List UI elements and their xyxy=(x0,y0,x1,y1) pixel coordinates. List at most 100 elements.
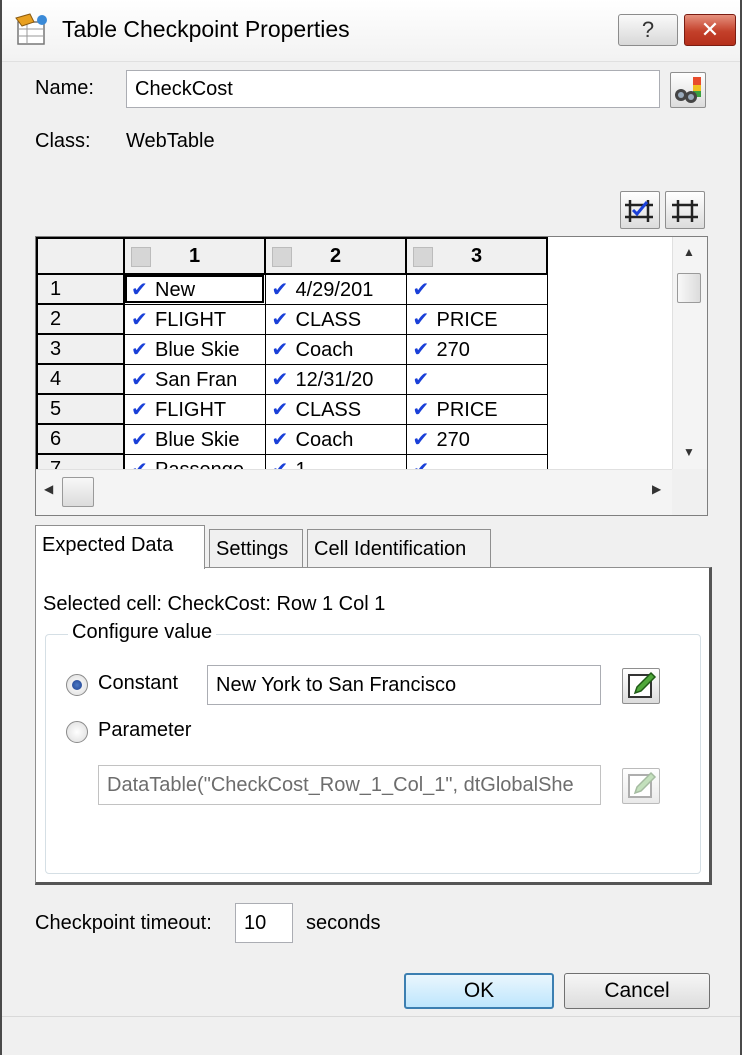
configure-value-group: Configure value Constant New York to San… xyxy=(45,621,701,874)
cell-checked-icon[interactable]: ✔ xyxy=(266,307,296,332)
cell-checked-icon[interactable]: ✔ xyxy=(407,277,437,302)
ok-button[interactable]: OK xyxy=(404,973,554,1009)
table-cell[interactable]: ✔ Coach xyxy=(264,333,407,365)
cell-checked-icon[interactable]: ✔ xyxy=(125,367,155,392)
tab-settings[interactable]: Settings xyxy=(209,529,303,569)
cell-value: 12/31/20 xyxy=(295,368,374,391)
table-cell[interactable]: ✔ San Fran xyxy=(123,363,266,395)
cell-value: CLASS xyxy=(295,398,362,421)
selected-cell-label: Selected cell: CheckCost: Row 1 Col 1 xyxy=(43,593,386,615)
table-cell[interactable]: ✔ FLIGHT xyxy=(123,303,266,335)
table-row: 3 ✔ Blue Skie ✔ Coach ✔ 270 xyxy=(36,333,548,365)
table-cell[interactable]: ✔ Coach xyxy=(264,423,407,455)
horizontal-scroll-thumb[interactable] xyxy=(62,477,94,507)
constant-label[interactable]: Constant xyxy=(98,672,178,695)
table-cell[interactable]: ✔ FLIGHT xyxy=(123,393,266,425)
scroll-right-arrow-icon[interactable]: ▶ xyxy=(652,482,661,496)
clear-all-icon xyxy=(672,200,698,222)
cell-checked-icon[interactable]: ✔ xyxy=(266,397,296,422)
row-header[interactable]: 3 xyxy=(36,333,125,365)
select-all-icon xyxy=(625,200,653,222)
row-header[interactable]: 2 xyxy=(36,303,125,335)
timeout-label: Checkpoint timeout: xyxy=(35,912,212,934)
cell-value: FLIGHT xyxy=(155,398,227,421)
column-header[interactable]: 1 xyxy=(123,237,266,275)
cell-checked-icon[interactable]: ✔ xyxy=(125,307,155,332)
table-cell[interactable]: ✔ PRICE xyxy=(405,303,548,335)
window-title: Table Checkpoint Properties xyxy=(62,16,350,42)
constant-value-input[interactable]: New York to San Francisco xyxy=(207,665,601,705)
edit-parameter-button[interactable] xyxy=(622,768,660,804)
parameter-radio[interactable] xyxy=(66,721,88,743)
expected-data-panel: Selected cell: CheckCost: Row 1 Col 1 Co… xyxy=(35,567,712,885)
parameter-label[interactable]: Parameter xyxy=(98,719,191,742)
tab-expected-data[interactable]: Expected Data xyxy=(35,525,205,569)
table-cell[interactable]: ✔ Blue Skie xyxy=(123,423,266,455)
cell-checked-icon[interactable]: ✔ xyxy=(125,277,155,302)
table-grid[interactable]: 1 2 3 1 ✔ New ✔ 4/29/201 ✔ 2 ✔ FLIGHT ✔ CLASS ✔ PRIC… xyxy=(35,236,708,516)
table-cell[interactable]: ✔ 270 xyxy=(405,423,548,455)
class-label: Class: xyxy=(35,130,91,152)
cell-value: 270 xyxy=(436,428,470,451)
title-bar[interactable]: Table Checkpoint Properties ? ✕ xyxy=(2,0,740,62)
tab-cell-identification[interactable]: Cell Identification xyxy=(307,529,491,569)
timeout-input[interactable]: 10 xyxy=(235,903,293,943)
cell-checked-icon[interactable]: ✔ xyxy=(266,367,296,392)
table-cell[interactable]: ✔ New xyxy=(123,273,266,305)
clear-all-button[interactable] xyxy=(665,191,705,229)
help-button[interactable]: ? xyxy=(618,14,678,46)
row-header[interactable]: 1 xyxy=(36,273,125,305)
cell-value: Blue Skie xyxy=(155,338,240,361)
table-cell[interactable]: ✔ CLASS xyxy=(264,303,407,335)
configure-value-title: Configure value xyxy=(68,621,217,644)
table-cell[interactable]: ✔ Blue Skie xyxy=(123,333,266,365)
vertical-scroll-thumb[interactable] xyxy=(677,273,701,303)
cell-checked-icon[interactable]: ✔ xyxy=(407,397,437,422)
parameter-value-input[interactable]: DataTable("CheckCost_Row_1_Col_1", dtGlo… xyxy=(98,765,601,805)
close-button[interactable]: ✕ xyxy=(684,14,736,46)
cell-checked-icon[interactable]: ✔ xyxy=(125,337,155,362)
cancel-button[interactable]: Cancel xyxy=(564,973,710,1009)
cell-checked-icon[interactable]: ✔ xyxy=(266,427,296,452)
cell-checked-icon[interactable]: ✔ xyxy=(407,307,437,332)
object-repository-button[interactable] xyxy=(670,72,706,108)
table-cell[interactable]: ✔ 12/31/20 xyxy=(264,363,407,395)
column-header[interactable]: 3 xyxy=(405,237,548,275)
constant-radio[interactable] xyxy=(66,674,88,696)
scroll-left-arrow-icon[interactable]: ◀ xyxy=(44,482,53,496)
row-header[interactable]: 6 xyxy=(36,423,125,455)
scroll-down-arrow-icon[interactable]: ▼ xyxy=(683,445,695,459)
table-cell[interactable]: ✔ xyxy=(405,273,548,305)
cell-checked-icon[interactable]: ✔ xyxy=(407,367,437,392)
table-cell[interactable]: ✔ 4/29/201 xyxy=(264,273,407,305)
status-bar xyxy=(2,1016,740,1055)
column-header[interactable]: 2 xyxy=(264,237,407,275)
table-cell[interactable]: ✔ xyxy=(405,363,548,395)
cell-value: 4/29/201 xyxy=(295,278,374,301)
cell-checked-icon[interactable]: ✔ xyxy=(125,397,155,422)
horizontal-scrollbar[interactable]: ◀ ▶ xyxy=(36,469,707,515)
row-header[interactable]: 5 xyxy=(36,393,125,425)
select-all-button[interactable] xyxy=(620,191,660,229)
cell-value: Coach xyxy=(295,428,354,451)
table-cell[interactable]: ✔ CLASS xyxy=(264,393,407,425)
edit-constant-button[interactable] xyxy=(622,668,660,704)
binoculars-icon xyxy=(675,77,701,103)
cell-checked-icon[interactable]: ✔ xyxy=(125,427,155,452)
corner-header xyxy=(36,237,125,275)
dialog-window: Table Checkpoint Properties ? ✕ Name: Ch… xyxy=(0,0,742,1055)
cell-checked-icon[interactable]: ✔ xyxy=(407,427,437,452)
checkpoint-table: 1 2 3 1 ✔ New ✔ 4/29/201 ✔ 2 ✔ FLIGHT ✔ CLASS ✔ PRIC… xyxy=(36,237,548,485)
cell-checked-icon[interactable]: ✔ xyxy=(407,337,437,362)
scroll-up-arrow-icon[interactable]: ▲ xyxy=(683,245,695,259)
cell-checked-icon[interactable]: ✔ xyxy=(266,277,296,302)
table-cell[interactable]: ✔ PRICE xyxy=(405,393,548,425)
name-field[interactable]: CheckCost xyxy=(126,70,660,108)
cell-checked-icon[interactable]: ✔ xyxy=(266,337,296,362)
table-row: 2 ✔ FLIGHT ✔ CLASS ✔ PRICE xyxy=(36,303,548,335)
table-row: 5 ✔ FLIGHT ✔ CLASS ✔ PRICE xyxy=(36,393,548,425)
row-header[interactable]: 4 xyxy=(36,363,125,395)
table-cell[interactable]: ✔ 270 xyxy=(405,333,548,365)
cell-value: 270 xyxy=(436,338,470,361)
vertical-scrollbar[interactable]: ▲ ▼ xyxy=(672,237,707,469)
